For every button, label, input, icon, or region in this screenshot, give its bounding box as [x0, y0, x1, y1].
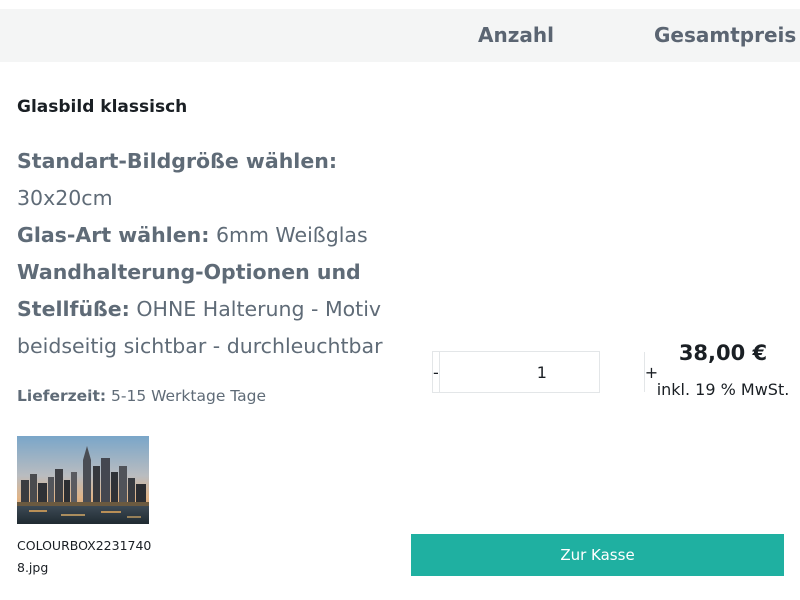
product-options: Standart-Bildgröße wählen: 30x20cm Glas-…: [17, 143, 417, 365]
option-label-glass: Glas-Art wählen:: [17, 223, 210, 247]
option-value-size: 30x20cm: [17, 186, 113, 210]
decrease-quantity-button[interactable]: -: [433, 352, 440, 392]
delivery-value: 5-15 Werktage Tage: [111, 387, 267, 405]
total-price: 38,00 €: [678, 341, 768, 365]
product-thumbnail: [17, 436, 149, 524]
tax-note: inkl. 19 % MwSt.: [656, 380, 790, 399]
delivery-label: Lieferzeit:: [17, 387, 107, 405]
city-skyline-image: [17, 436, 149, 524]
product-title: Glasbild klassisch: [17, 97, 188, 117]
product-filename: COLOURBOX22317408.jpg: [17, 538, 152, 575]
quantity-column-header: Anzahl: [478, 23, 554, 47]
cart-table-header: Anzahl Gesamtpreis: [0, 9, 800, 62]
delivery-time: Lieferzeit: 5-15 Werktage Tage: [17, 387, 266, 405]
quantity-input[interactable]: [439, 352, 644, 392]
option-label-size: Standart-Bildgröße wählen:: [17, 149, 338, 173]
quantity-stepper: - +: [432, 351, 658, 393]
total-price-column-header: Gesamtpreis: [654, 23, 797, 47]
checkout-button[interactable]: Zur Kasse: [411, 534, 784, 576]
option-value-glass: 6mm Weißglas: [215, 223, 368, 247]
